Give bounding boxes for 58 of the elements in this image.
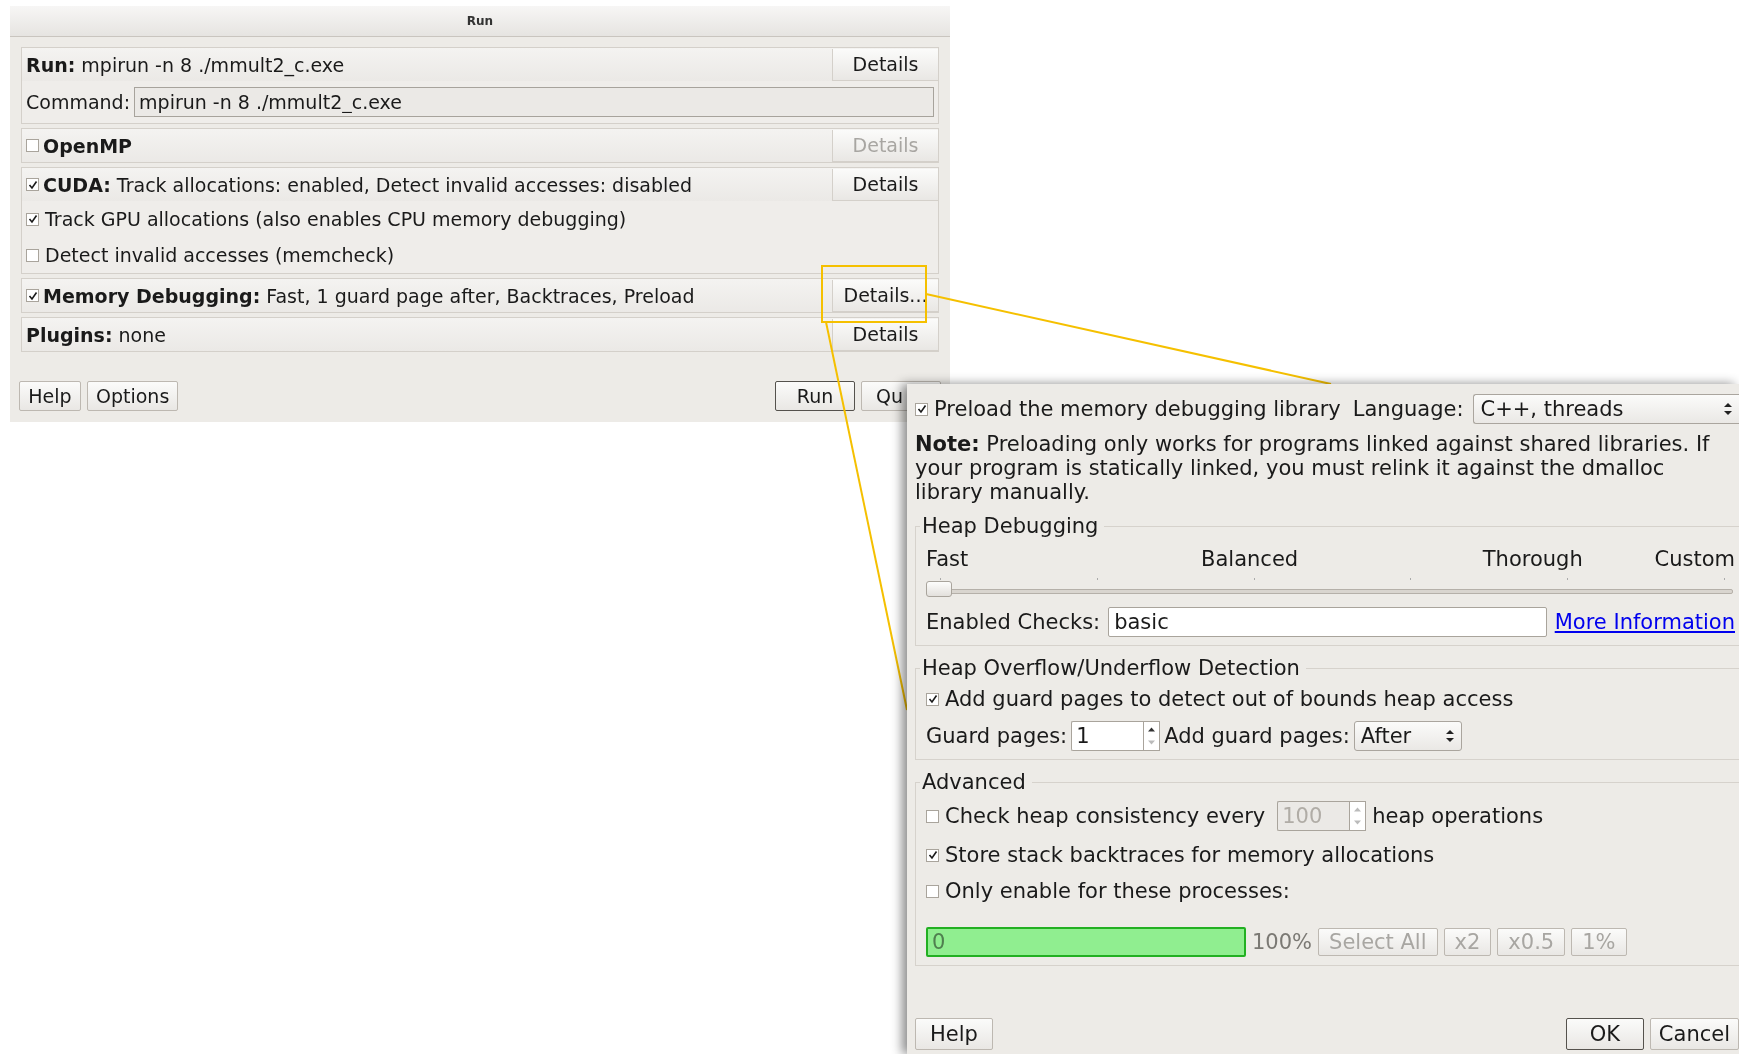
checkbox[interactable] <box>926 884 939 898</box>
dropdown-arrows-icon <box>1444 728 1455 744</box>
group-title: Heap Debugging <box>920 514 1105 538</box>
checkbox[interactable] <box>26 178 39 191</box>
window-title: Run <box>466 14 494 28</box>
details-button[interactable]: Details <box>832 168 938 201</box>
openmp-label: OpenMP <box>43 134 132 157</box>
guard-position-label: Add guard pages: <box>1164 724 1350 748</box>
checkbox[interactable] <box>26 139 39 152</box>
operations-label: heap operations <box>1372 804 1544 828</box>
spin-arrows-icon[interactable] <box>1143 721 1161 751</box>
checkbox[interactable] <box>26 212 39 226</box>
dialog-button[interactable]: Run <box>775 381 855 411</box>
checkbox[interactable] <box>26 248 39 262</box>
checkbox[interactable] <box>915 402 928 416</box>
dropdown-arrows-icon <box>1723 401 1733 417</box>
backtraces-label: Store stack backtraces for memory allocations <box>945 843 1435 867</box>
plugins-summary: Plugins: none <box>26 323 166 346</box>
enabled-checks-label: Enabled Checks: <box>926 610 1101 634</box>
command-label: Command: <box>26 91 131 113</box>
scale-label: Balanced <box>1201 547 1299 571</box>
consistency-label: Check heap consistency every <box>945 804 1266 828</box>
guard-position-dropdown[interactable]: After <box>1353 721 1462 751</box>
guard-pages-field[interactable]: 1 <box>1071 721 1144 751</box>
checkbox[interactable] <box>926 848 939 862</box>
dialog-button[interactable]: Help <box>915 1018 993 1050</box>
percent-label: 100% <box>1252 930 1313 954</box>
heap-debugging-slider[interactable] <box>926 581 1735 599</box>
spin-arrows-icon[interactable] <box>1349 801 1367 831</box>
command-field[interactable]: mpirun -n 8 ./mmult2_c.exe <box>134 87 934 117</box>
slider-thumb[interactable] <box>926 581 952 597</box>
language-dropdown[interactable]: C++, threads <box>1473 394 1739 424</box>
group-title: Heap Overflow/Underflow Detection <box>920 656 1306 680</box>
checkbox[interactable] <box>926 692 939 706</box>
more-information-link[interactable]: More Information <box>1554 610 1735 634</box>
guard-label: Add guard pages to detect out of bounds heap access <box>945 687 1514 711</box>
details-button[interactable]: Details... <box>832 279 938 312</box>
processes-label: Only enable for these processes: <box>945 879 1290 903</box>
scale-label: Thorough <box>1482 547 1583 571</box>
details-button[interactable]: Details <box>832 48 938 81</box>
option-label: Track GPU allocations (also enables CPU memory debugging) <box>45 208 627 230</box>
note-text: Note: Preloading only works for programs linked against shared libraries. If your program is statically linked, you must relink it against the dmalloc library manually. <box>915 432 1711 504</box>
cuda-summary: CUDA: Track allocations: enabled, Detect invalid accesses: disabled <box>43 173 693 196</box>
memory-debugging-summary: Memory Debugging: Fast, 1 guard page after, Backtraces, Preload <box>43 284 695 307</box>
option-label: Detect invalid accesses (memcheck) <box>45 244 395 266</box>
language-label: Language: <box>1352 397 1464 421</box>
dialog-button[interactable]: OK <box>1565 1018 1644 1050</box>
run-summary: Run: mpirun -n 8 ./mmult2_c.exe <box>26 53 345 76</box>
dialog-button[interactable]: Cancel <box>1649 1018 1739 1050</box>
enabled-checks-field[interactable]: basic <box>1108 607 1547 637</box>
details-button[interactable]: Details <box>832 318 938 351</box>
checkbox[interactable] <box>26 289 39 302</box>
dialog-button[interactable]: Options <box>87 381 179 411</box>
checkbox[interactable] <box>926 809 939 823</box>
guard-pages-label: Guard pages: <box>926 724 1068 748</box>
dialog-button[interactable]: Help <box>19 381 81 411</box>
scale-label: Fast <box>926 547 969 571</box>
scale-label: Custom <box>1654 547 1735 571</box>
